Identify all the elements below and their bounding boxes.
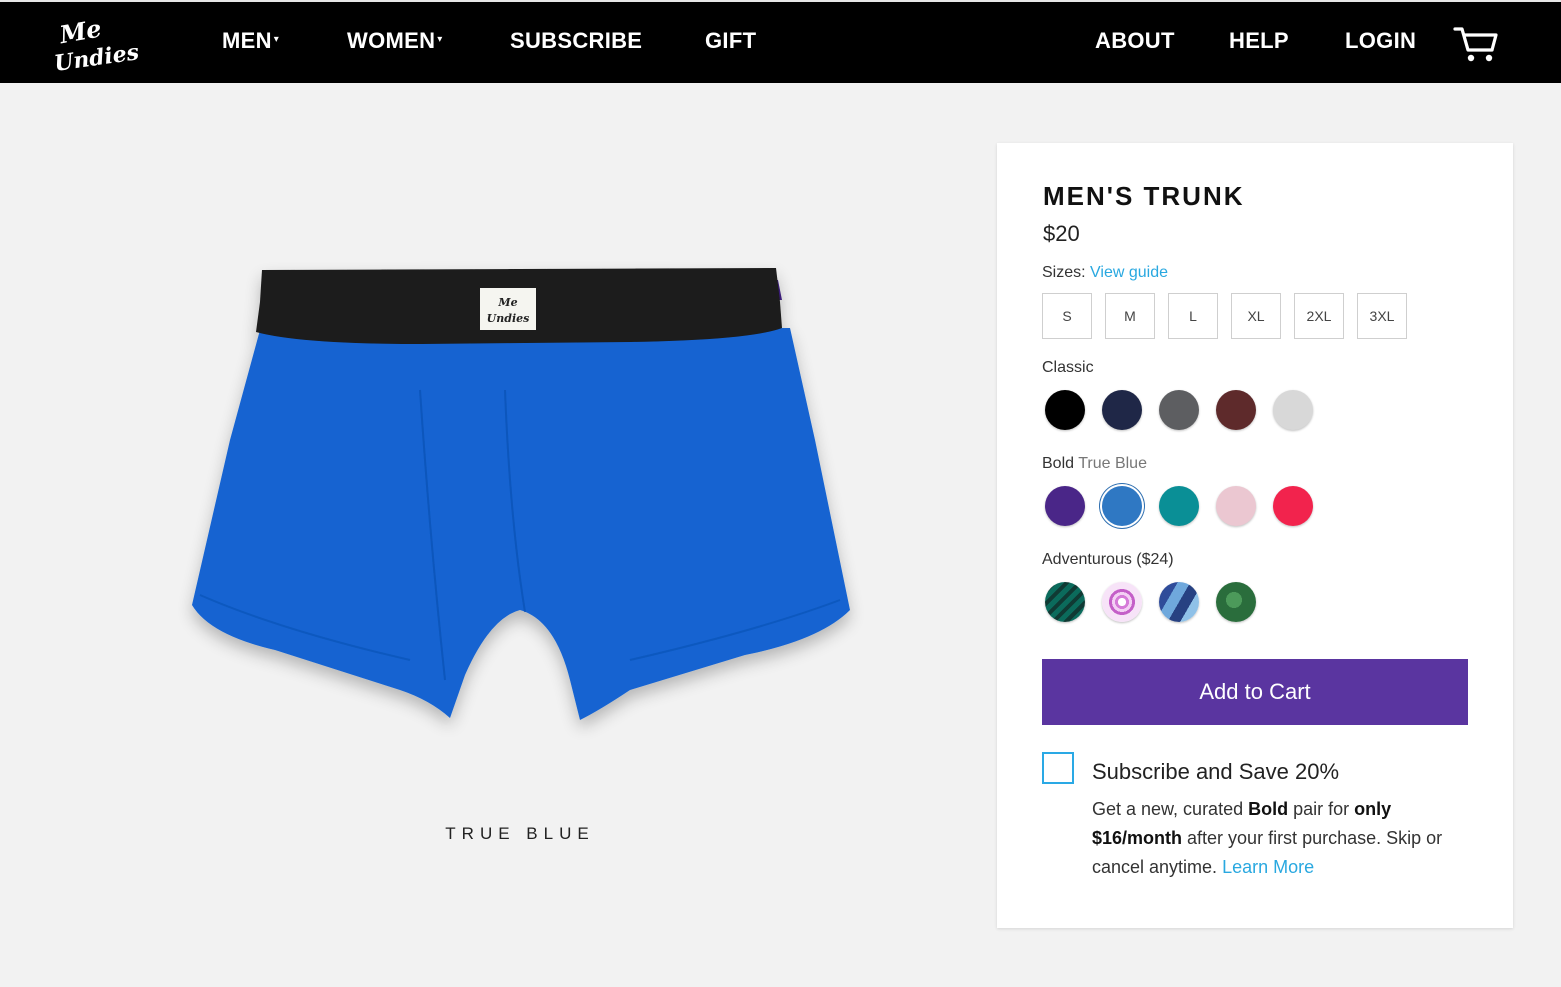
size-option-xl[interactable]: XL <box>1231 293 1281 339</box>
nav-men-label: MEN <box>222 28 272 53</box>
nav-help[interactable]: HELP <box>1229 28 1289 54</box>
selected-color-caption: TRUE BLUE <box>445 824 595 843</box>
subscribe-desc-price: $16/month <box>1092 828 1183 848</box>
cart-icon[interactable] <box>1452 24 1500 64</box>
swatch-classic-charcoal[interactable] <box>1159 390 1199 430</box>
nav-men[interactable]: MEN ▾ <box>222 28 279 54</box>
subscribe-desc-bold-1: Bold <box>1248 799 1289 819</box>
nav-subscribe[interactable]: SUBSCRIBE <box>510 28 642 54</box>
swatch-adventurous-teal-zigzag[interactable] <box>1045 582 1085 622</box>
bold-selected-color-name: True Blue <box>1078 455 1147 472</box>
nav-top-border <box>0 0 1561 2</box>
swatch-adventurous-green-bird[interactable] <box>1216 582 1256 622</box>
product-image: Me Undies <box>192 268 850 720</box>
swatch-bold-pink[interactable] <box>1216 486 1256 526</box>
swatch-classic-heather-grey[interactable] <box>1273 390 1313 430</box>
size-guide-link[interactable]: View guide <box>1090 264 1168 281</box>
product-price: $20 <box>1043 221 1080 246</box>
swatch-adventurous-blue-camo[interactable] <box>1159 582 1199 622</box>
nav-about[interactable]: ABOUT <box>1095 28 1175 54</box>
subscribe-desc-text-1: Get a new, curated <box>1092 799 1249 819</box>
size-option-s[interactable]: S <box>1042 293 1092 339</box>
bold-label: Bold <box>1042 455 1075 472</box>
product-card: MEN'S TRUNK $20 Sizes: View guide S M L … <box>997 143 1513 928</box>
nav-women-label: WOMEN <box>347 28 436 53</box>
nav-gift[interactable]: GIFT <box>705 28 756 54</box>
swatch-classic-maroon[interactable] <box>1216 390 1256 430</box>
nav-login[interactable]: LOGIN <box>1345 28 1416 54</box>
subscribe-desc-text-2: pair for <box>1288 799 1355 819</box>
sizes-label: Sizes: <box>1042 264 1086 281</box>
swatch-bold-purple[interactable] <box>1045 486 1085 526</box>
swatch-classic-black[interactable] <box>1045 390 1085 430</box>
swatch-bold-teal[interactable] <box>1159 486 1199 526</box>
chevron-down-icon: ▾ <box>273 34 280 45</box>
swatch-adventurous-pink-floral[interactable] <box>1102 582 1142 622</box>
add-to-cart-button[interactable]: Add to Cart <box>1042 659 1468 725</box>
swatch-bold-true-blue[interactable] <box>1102 486 1142 526</box>
product-title: MEN'S TRUNK <box>1043 181 1245 211</box>
adventurous-label: Adventurous ($24) <box>1042 551 1174 568</box>
swatch-classic-navy[interactable] <box>1102 390 1142 430</box>
subscribe-desc-bold-2: only <box>1354 799 1392 819</box>
subscribe-checkbox[interactable] <box>1042 752 1074 784</box>
size-option-m[interactable]: M <box>1105 293 1155 339</box>
nav-women[interactable]: WOMEN ▾ <box>347 28 443 54</box>
swatch-bold-red[interactable] <box>1273 486 1313 526</box>
top-nav: Me Undies MEN ▾ WOMEN ▾ SUBSCRIBE GIFT ABO… <box>0 0 1561 83</box>
learn-more-link[interactable]: Learn More <box>1222 857 1314 877</box>
size-option-l[interactable]: L <box>1168 293 1218 339</box>
subscribe-title: Subscribe and Save 20% <box>1092 759 1340 784</box>
meundies-logo[interactable]: Me Undies <box>50 14 140 74</box>
subscribe-description: Get a new, curated Bold pair for only $16… <box>1092 795 1472 882</box>
garment-tag-label: Me <box>497 296 517 309</box>
sizes-row: Sizes: View guide <box>1042 264 1168 282</box>
bold-label-row: Bold True Blue <box>1042 455 1147 473</box>
classic-label: Classic <box>1042 359 1094 376</box>
svg-text:Undies: Undies <box>487 312 530 325</box>
size-option-2xl[interactable]: 2XL <box>1294 293 1344 339</box>
chevron-down-icon: ▾ <box>437 34 443 45</box>
size-option-3xl[interactable]: 3XL <box>1357 293 1407 339</box>
